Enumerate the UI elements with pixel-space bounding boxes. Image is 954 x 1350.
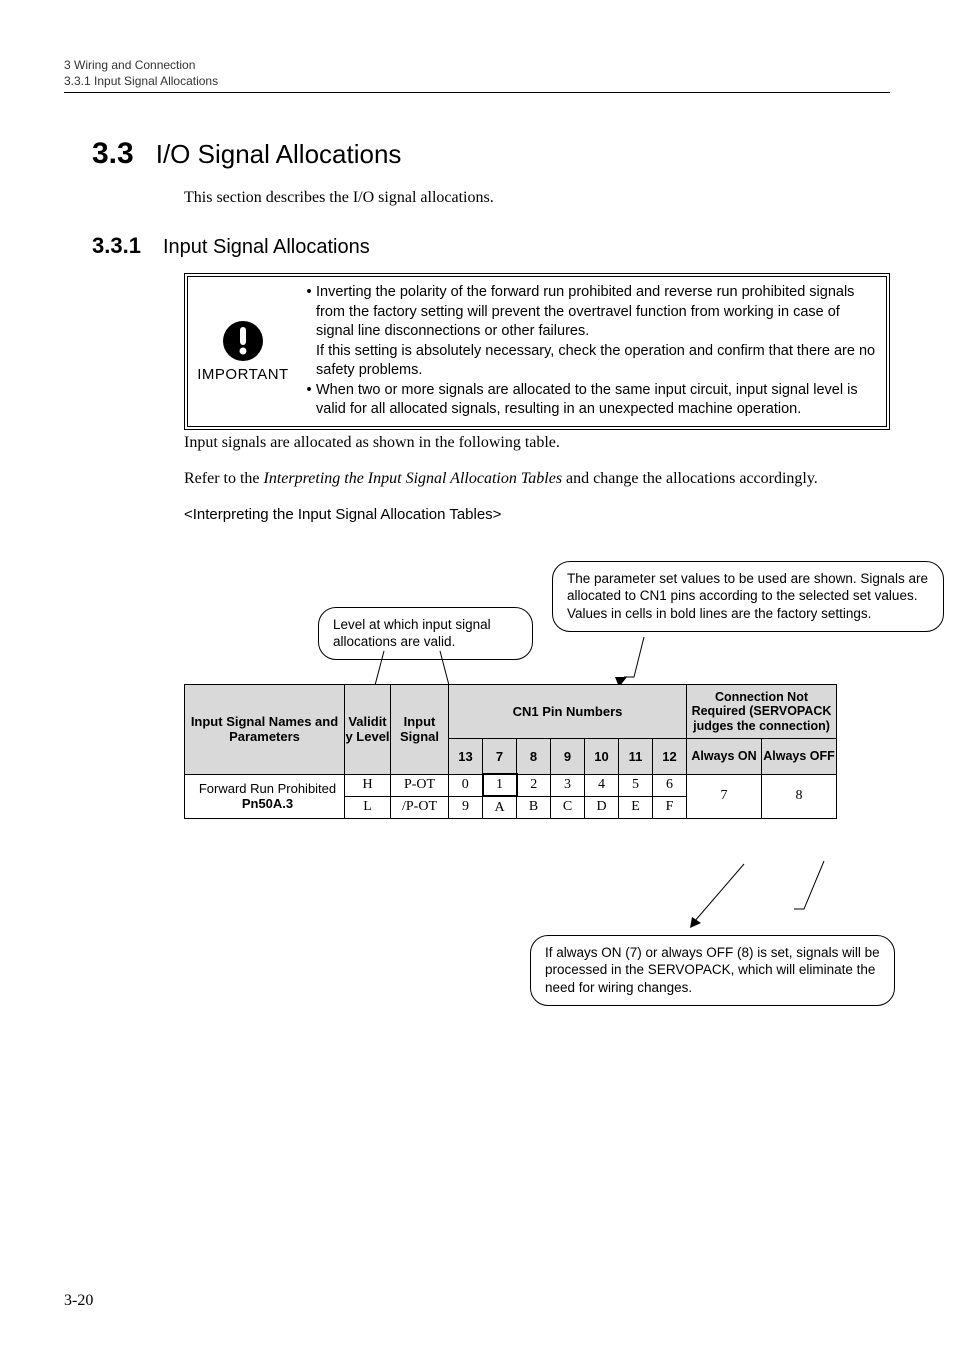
th-pin-7: 7 bbox=[483, 738, 517, 774]
section-intro: This section describes the I/O signal al… bbox=[184, 189, 890, 207]
td-l-0: 9 bbox=[449, 796, 483, 818]
running-header-chapter: 3 Wiring and Connection bbox=[64, 58, 890, 72]
td-h-6: 6 bbox=[653, 774, 687, 796]
th-cn1: CN1 Pin Numbers bbox=[449, 684, 687, 738]
subsection-number: 3.3.1 bbox=[92, 233, 141, 259]
td-h-0: 0 bbox=[449, 774, 483, 796]
page-number: 3-20 bbox=[64, 1292, 93, 1310]
td-h-4: 4 bbox=[585, 774, 619, 796]
th-pin-11: 11 bbox=[619, 738, 653, 774]
th-input: Input Signal bbox=[391, 684, 449, 774]
th-pin-10: 10 bbox=[585, 738, 619, 774]
important-box: IMPORTANT • Inverting the polarity of th… bbox=[184, 273, 890, 430]
th-pin-9: 9 bbox=[551, 738, 585, 774]
section-title: I/O Signal Allocations bbox=[156, 139, 402, 170]
td-h-5: 5 bbox=[619, 774, 653, 796]
th-pin-13: 13 bbox=[449, 738, 483, 774]
td-conn-8: 8 bbox=[762, 774, 837, 818]
callout-cn1-values: The parameter set values to be used are … bbox=[552, 561, 944, 632]
section-number: 3.3 bbox=[92, 137, 134, 171]
td-conn-7: 7 bbox=[687, 774, 762, 818]
allocation-diagram: Level at which input signal allocations … bbox=[184, 549, 890, 1029]
td-l-1: A bbox=[483, 796, 517, 818]
th-name: Input Signal Names and Parameters bbox=[185, 684, 345, 774]
th-pin-12: 12 bbox=[653, 738, 687, 774]
td-l-4: D bbox=[585, 796, 619, 818]
important-item-2: When two or more signals are allocated t… bbox=[316, 381, 878, 420]
td-signal-name: Forward Run Prohibited Pn50A.3 bbox=[185, 774, 345, 818]
td-l-6: F bbox=[653, 796, 687, 818]
td-l-2: B bbox=[517, 796, 551, 818]
td-level-l: L bbox=[345, 796, 391, 818]
th-connection: Connection Not Required (SERVOPACK judge… bbox=[687, 684, 837, 738]
interpreting-heading: <Interpreting the Input Signal Allocatio… bbox=[184, 506, 890, 523]
body-p2-italic: Interpreting the Input Signal Allocation… bbox=[264, 470, 563, 487]
th-pin-8: 8 bbox=[517, 738, 551, 774]
td-signal-h: P-OT bbox=[391, 774, 449, 796]
td-h-1: 1 bbox=[483, 774, 517, 796]
bullet-icon: • bbox=[302, 381, 316, 420]
body-p2-b: and change the allocations accordingly. bbox=[562, 470, 818, 487]
bullet-icon: • bbox=[302, 283, 316, 342]
th-validity: Validity Level bbox=[345, 684, 391, 774]
td-l-5: E bbox=[619, 796, 653, 818]
allocation-table: Input Signal Names and Parameters Validi… bbox=[184, 684, 837, 819]
subsection-title: Input Signal Allocations bbox=[163, 236, 370, 259]
important-item-1-sub: If this setting is absolutely necessary,… bbox=[316, 342, 878, 381]
td-h-3: 3 bbox=[551, 774, 585, 796]
subsection-heading: 3.3.1 Input Signal Allocations bbox=[92, 233, 890, 259]
td-level-h: H bbox=[345, 774, 391, 796]
callout-always-on-off: If always ON (7) or always OFF (8) is se… bbox=[530, 935, 895, 1006]
section-heading: 3.3 I/O Signal Allocations bbox=[92, 137, 890, 171]
th-always-on: Always ON bbox=[687, 738, 762, 774]
td-signal-l: /P-OT bbox=[391, 796, 449, 818]
exclamation-icon bbox=[222, 320, 264, 362]
running-header-subsection: 3.3.1 Input Signal Allocations bbox=[64, 74, 890, 93]
th-always-off: Always OFF bbox=[762, 738, 837, 774]
body-p1: Input signals are allocated as shown in … bbox=[184, 434, 890, 452]
body-p2-a: Refer to the bbox=[184, 470, 264, 487]
important-label: IMPORTANT bbox=[197, 366, 288, 383]
callout-cn1-text: The parameter set values to be used are … bbox=[567, 571, 928, 621]
td-h-2: 2 bbox=[517, 774, 551, 796]
body-p2: Refer to the Interpreting the Input Sign… bbox=[184, 470, 890, 488]
important-item-1: Inverting the polarity of the forward ru… bbox=[316, 283, 878, 342]
callout-validity-level: Level at which input signal allocations … bbox=[318, 607, 533, 660]
td-l-3: C bbox=[551, 796, 585, 818]
